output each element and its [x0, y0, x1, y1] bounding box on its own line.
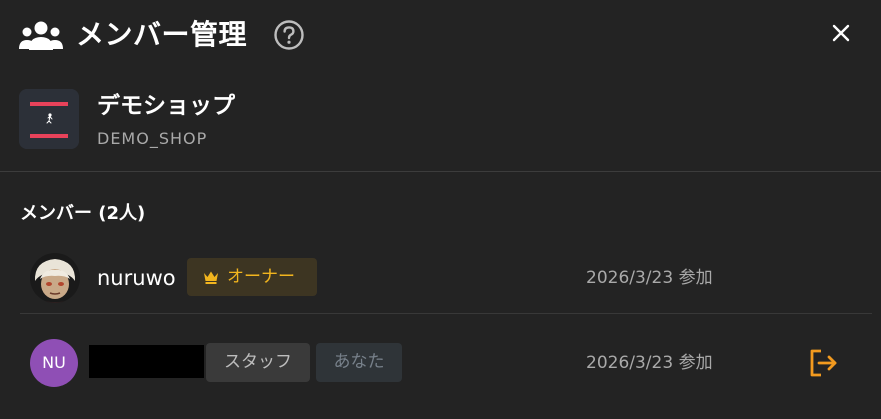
shop-logo — [19, 89, 79, 149]
shop-logo-image — [19, 89, 79, 149]
members-heading: メンバー (2人) — [20, 203, 146, 224]
avatar: NU — [30, 339, 78, 387]
shop-code: DEMO_SHOP — [97, 129, 208, 148]
close-icon[interactable] — [828, 20, 854, 46]
leave-icon[interactable] — [805, 345, 841, 381]
crown-icon — [204, 271, 218, 284]
joined-date: 2026/3/23 参加 — [586, 353, 713, 373]
page-title: メンバー管理 — [76, 18, 248, 51]
redacted-name — [89, 345, 204, 378]
divider — [0, 171, 881, 172]
shop-info: デモショップ DEMO_SHOP — [0, 80, 881, 172]
shop-name: デモショップ — [97, 93, 235, 119]
owner-badge-label: オーナー — [227, 267, 295, 287]
avatar — [30, 253, 80, 303]
member-row: nuruwo オーナー 2026/3/23 参加 — [20, 251, 872, 314]
joined-date: 2026/3/23 参加 — [586, 268, 713, 288]
modal-header: メンバー管理 — [0, 0, 881, 72]
you-badge: あなた — [316, 343, 402, 382]
avatar-photo — [30, 253, 80, 303]
member-row: NU スタッフ あなた 2026/3/23 参加 — [20, 330, 872, 394]
staff-badge: スタッフ — [206, 343, 310, 382]
help-circle-icon[interactable] — [273, 19, 305, 51]
member-name: nuruwo — [97, 266, 176, 290]
users-icon — [19, 21, 63, 50]
owner-badge: オーナー — [187, 258, 317, 296]
